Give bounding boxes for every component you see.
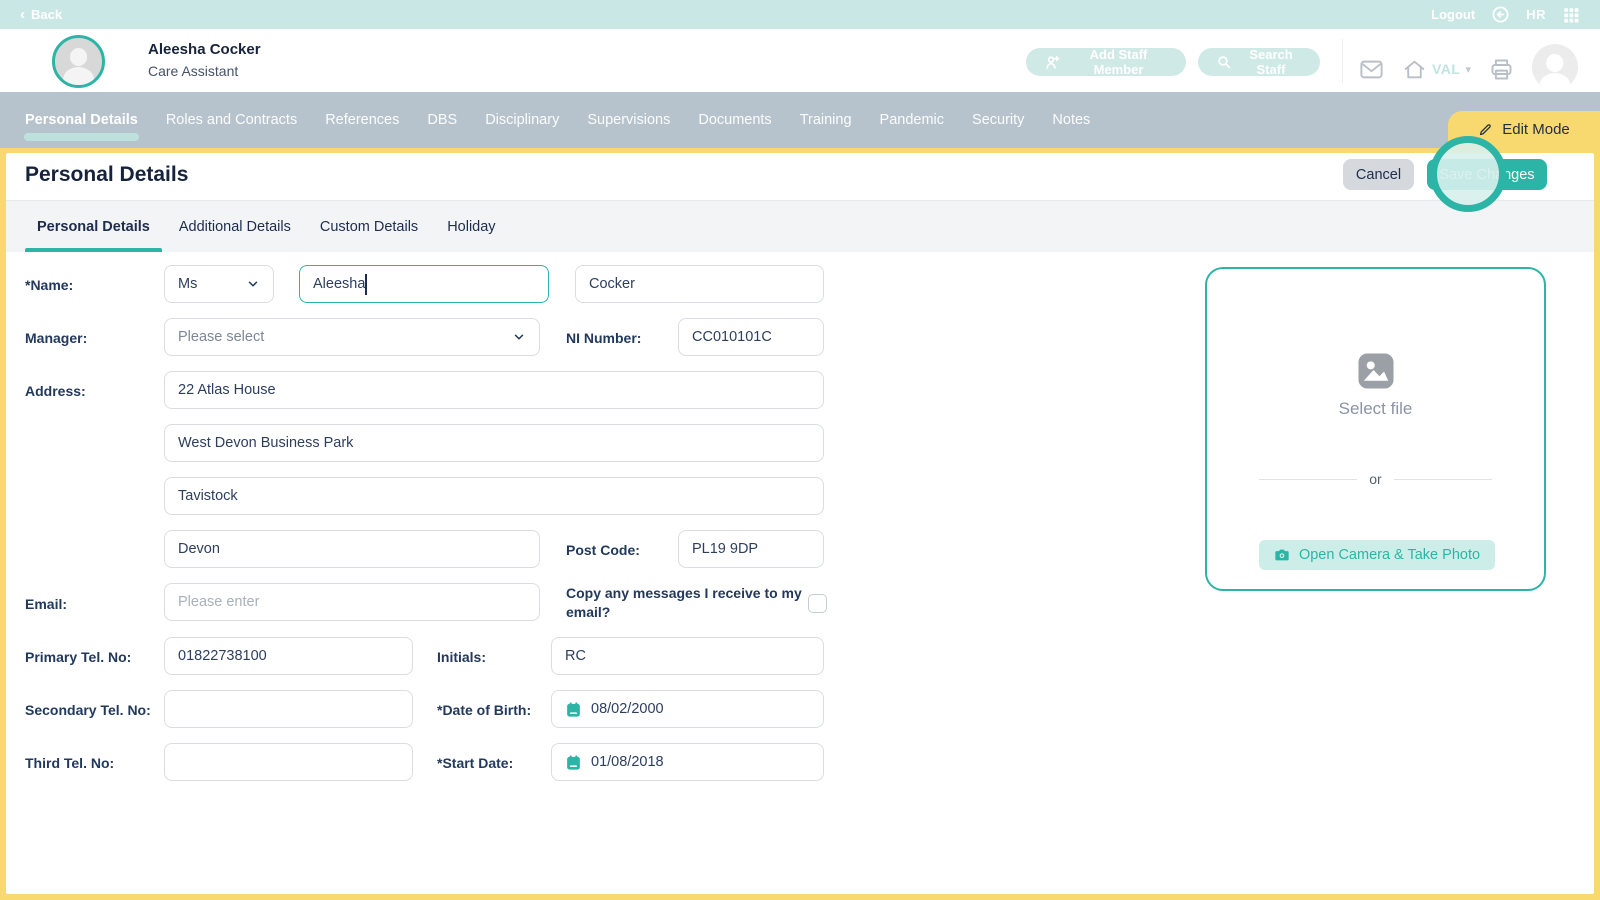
home-icon xyxy=(1402,57,1427,82)
top-bar: ‹ Back Logout HR xyxy=(0,0,1600,29)
title-select[interactable]: Ms xyxy=(164,265,274,303)
site-selector[interactable]: VAL ▾ xyxy=(1402,57,1471,82)
tab-references[interactable]: References xyxy=(325,108,399,132)
user-avatar[interactable] xyxy=(1532,44,1578,90)
staff-avatar[interactable] xyxy=(52,35,105,88)
tab-roles-and-contracts[interactable]: Roles and Contracts xyxy=(166,108,297,132)
address-line2-input[interactable] xyxy=(164,424,824,462)
open-camera-button[interactable]: Open Camera & Take Photo xyxy=(1259,540,1495,570)
text-cursor xyxy=(365,274,367,295)
calendar-icon xyxy=(565,754,582,771)
subtab-additional-details[interactable]: Additional Details xyxy=(179,201,291,252)
logout-button[interactable]: Logout xyxy=(1431,7,1475,22)
last-name-input[interactable] xyxy=(575,265,824,303)
site-label: VAL xyxy=(1432,61,1460,77)
subtab-bar: Personal Details Additional Details Cust… xyxy=(6,201,1594,252)
chevron-down-icon xyxy=(246,277,260,291)
logout-icon[interactable] xyxy=(1491,5,1510,24)
third-tel-input[interactable] xyxy=(164,743,413,781)
edit-mode-tab[interactable]: Edit Mode xyxy=(1448,111,1600,148)
divider xyxy=(1259,479,1357,480)
start-date-label: *Start Date: xyxy=(437,755,513,771)
role-badge: HR xyxy=(1526,7,1546,22)
initials-input[interactable] xyxy=(551,637,824,675)
chevron-down-icon: ▾ xyxy=(1465,63,1471,76)
tab-disciplinary[interactable]: Disciplinary xyxy=(485,108,559,132)
add-staff-member-button[interactable]: Add Staff Member xyxy=(1026,48,1186,76)
or-label: or xyxy=(1369,471,1381,487)
record-nav: Personal Details Roles and Contracts Ref… xyxy=(0,92,1600,148)
apps-grid-icon[interactable] xyxy=(1562,6,1580,24)
pencil-icon xyxy=(1478,122,1493,137)
name-label: *Name: xyxy=(25,277,73,293)
subtab-holiday[interactable]: Holiday xyxy=(447,201,495,252)
dob-label: *Date of Birth: xyxy=(437,702,531,718)
personal-details-panel: Personal Details Cancel Save Changes Per… xyxy=(6,153,1594,894)
mail-icon[interactable] xyxy=(1358,56,1385,83)
subtab-custom-details[interactable]: Custom Details xyxy=(320,201,418,252)
chevron-down-icon xyxy=(512,330,526,344)
primary-tel-label: Primary Tel. No: xyxy=(25,649,131,665)
person-plus-icon xyxy=(1044,54,1061,71)
tab-supervisions[interactable]: Supervisions xyxy=(587,108,670,132)
back-label: Back xyxy=(31,7,62,22)
calendar-icon xyxy=(565,701,582,718)
back-chevron-icon: ‹ xyxy=(20,7,25,22)
ni-number-label: NI Number: xyxy=(566,330,641,346)
third-tel-label: Third Tel. No: xyxy=(25,755,114,771)
tab-training[interactable]: Training xyxy=(800,108,852,132)
secondary-tel-label: Secondary Tel. No: xyxy=(25,702,151,718)
ni-number-input[interactable] xyxy=(678,318,824,356)
tab-pandemic[interactable]: Pandemic xyxy=(880,108,944,132)
print-icon[interactable] xyxy=(1488,56,1515,83)
email-label: Email: xyxy=(25,596,67,612)
header-divider xyxy=(1342,39,1343,83)
start-date-input[interactable]: 01/08/2018 xyxy=(551,743,824,781)
person-silhouette-icon xyxy=(55,38,102,85)
staff-header: Aleesha Cocker Care Assistant Add Staff … xyxy=(0,29,1600,92)
person-silhouette-icon xyxy=(1532,44,1578,90)
save-changes-button[interactable]: Save Changes xyxy=(1427,159,1547,190)
search-icon xyxy=(1216,54,1232,70)
camera-icon xyxy=(1274,547,1290,563)
initials-label: Initials: xyxy=(437,649,486,665)
tab-dbs[interactable]: DBS xyxy=(427,108,457,132)
first-name-input[interactable] xyxy=(299,265,549,303)
address-line3-input[interactable] xyxy=(164,477,824,515)
post-code-label: Post Code: xyxy=(566,542,640,558)
post-code-input[interactable] xyxy=(678,530,824,568)
edit-mode-frame: Personal Details Cancel Save Changes Per… xyxy=(0,148,1600,900)
select-file-button[interactable]: Select file xyxy=(1207,399,1544,419)
tab-personal-details[interactable]: Personal Details xyxy=(25,108,138,132)
staff-name: Aleesha Cocker xyxy=(148,41,261,58)
subtab-personal-details[interactable]: Personal Details xyxy=(37,201,150,252)
address-line4-input[interactable] xyxy=(164,530,540,568)
staff-role: Care Assistant xyxy=(148,63,261,79)
divider xyxy=(1394,479,1492,480)
tab-notes[interactable]: Notes xyxy=(1052,108,1090,132)
copy-messages-label: Copy any messages I receive to my email? xyxy=(566,584,802,622)
manager-label: Manager: xyxy=(25,330,87,346)
page-title: Personal Details xyxy=(25,163,188,187)
tab-documents[interactable]: Documents xyxy=(698,108,771,132)
cancel-button[interactable]: Cancel xyxy=(1343,159,1414,190)
email-input[interactable] xyxy=(164,583,540,621)
search-staff-button[interactable]: Search Staff xyxy=(1198,48,1320,76)
address-label: Address: xyxy=(25,383,86,399)
secondary-tel-input[interactable] xyxy=(164,690,413,728)
address-line1-input[interactable] xyxy=(164,371,824,409)
back-button[interactable]: ‹ Back xyxy=(20,7,62,22)
image-placeholder-icon xyxy=(1355,350,1397,392)
photo-upload-box: Select file or Open Camera & Take Photo xyxy=(1205,267,1546,591)
manager-select[interactable]: Please select xyxy=(164,318,540,356)
tab-security[interactable]: Security xyxy=(972,108,1024,132)
dob-input[interactable]: 08/02/2000 xyxy=(551,690,824,728)
primary-tel-input[interactable] xyxy=(164,637,413,675)
copy-email-checkbox[interactable] xyxy=(808,594,827,613)
